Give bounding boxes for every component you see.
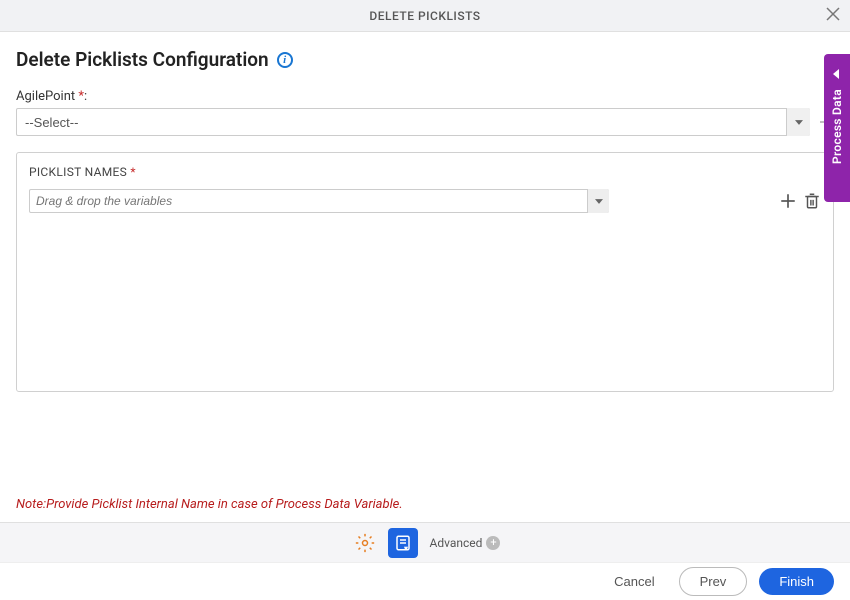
info-icon[interactable]: i: [277, 52, 293, 68]
page-title-row: Delete Picklists Configuration i: [16, 48, 834, 71]
footer: Cancel Prev Finish: [0, 562, 850, 600]
content-area: Delete Picklists Configuration i AgilePo…: [0, 32, 850, 522]
variable-input[interactable]: [29, 189, 609, 213]
gear-icon[interactable]: [350, 528, 380, 558]
agilepoint-select-row: --Select--: [16, 108, 834, 136]
finish-button[interactable]: Finish: [759, 568, 834, 595]
add-row-icon[interactable]: [779, 192, 797, 210]
chevron-down-icon[interactable]: [587, 189, 609, 213]
dialog-title: DELETE PICKLISTS: [369, 9, 480, 23]
process-data-tab[interactable]: Process Data: [824, 54, 850, 202]
agilepoint-label: AgilePoint *:: [16, 89, 834, 104]
cancel-button[interactable]: Cancel: [602, 568, 666, 595]
plus-icon: +: [486, 536, 500, 550]
panel-title: PICKLIST NAMES *: [29, 165, 821, 179]
close-icon[interactable]: [826, 7, 840, 25]
agilepoint-select[interactable]: --Select--: [16, 108, 810, 136]
variable-input-wrapper: [29, 189, 609, 213]
agilepoint-select-wrapper: --Select--: [16, 108, 810, 136]
dialog-header: DELETE PICKLISTS: [0, 0, 850, 32]
delete-row-icon[interactable]: [803, 192, 821, 210]
form-icon[interactable]: [388, 528, 418, 558]
chevron-left-icon: [833, 64, 841, 83]
advanced-toggle[interactable]: Advanced +: [430, 536, 501, 550]
chevron-down-icon[interactable]: [786, 108, 810, 136]
page-title: Delete Picklists Configuration: [16, 48, 269, 71]
note-text: Note:Provide Picklist Internal Name in c…: [16, 497, 403, 512]
picklist-panel: PICKLIST NAMES *: [16, 152, 834, 392]
prev-button[interactable]: Prev: [679, 567, 748, 596]
toolbar: Advanced +: [0, 522, 850, 562]
row-actions: [779, 192, 821, 210]
variable-row: [29, 189, 821, 213]
process-data-label: Process Data: [830, 89, 844, 164]
